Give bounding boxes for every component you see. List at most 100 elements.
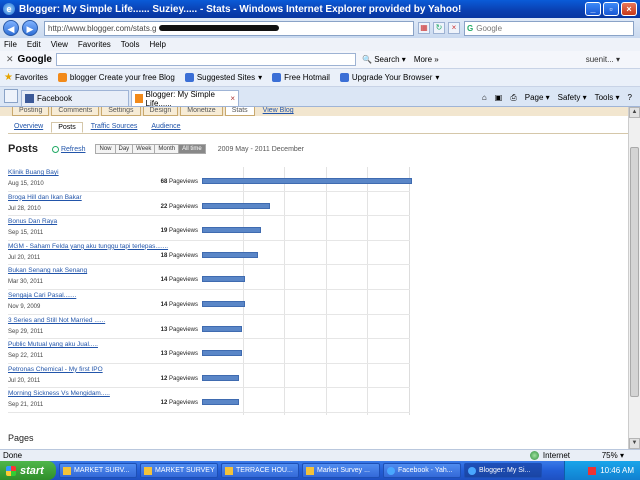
tools-menu-label: Tools — [594, 93, 614, 102]
task-terrace-hou[interactable]: TERRACE HOU... — [221, 463, 299, 478]
compatibility-icon[interactable]: ▦ — [418, 22, 430, 34]
post-title-link[interactable]: Morning Sickness Vs Mengidam..... — [8, 390, 110, 397]
range-day[interactable]: Day — [115, 145, 134, 153]
favorites-button[interactable]: Favorites — [15, 73, 48, 82]
post-date: Mar 30, 2011 — [8, 279, 43, 286]
folder-icon — [144, 466, 152, 475]
range-week[interactable]: Week — [133, 145, 156, 153]
fav-blogger[interactable]: blogger Create your free Blog — [57, 73, 175, 82]
menu-file[interactable]: File — [4, 40, 17, 49]
tab-posts[interactable]: Posts — [51, 122, 83, 133]
scroll-up-icon[interactable]: ▲ — [629, 107, 640, 118]
range-selector: Now Day Week Month All time — [95, 144, 206, 154]
refresh-label: Refresh — [60, 145, 86, 153]
refresh-link[interactable]: Refresh — [51, 145, 86, 153]
blogger-tab-icon — [135, 94, 143, 103]
google-more-label: More — [413, 55, 433, 64]
page-menu[interactable]: Page ▾ — [525, 93, 550, 103]
search-input[interactable]: G Google — [464, 20, 634, 36]
tab-audience[interactable]: Audience — [145, 122, 186, 133]
tab-facebook[interactable]: Facebook — [21, 90, 129, 106]
scroll-down-icon[interactable]: ▼ — [629, 438, 640, 449]
rss-icon[interactable]: ▣ — [495, 93, 503, 103]
pageview-count: 68 Pageviews — [160, 179, 198, 185]
task-facebook[interactable]: Facebook - Yah... — [383, 463, 461, 478]
google-search-button[interactable]: 🔍 Search ▾ — [362, 55, 406, 64]
zoom-level[interactable]: 75% ▾ — [602, 451, 624, 460]
home-icon[interactable]: ⌂ — [482, 93, 487, 103]
view-blog-link[interactable]: View Blog — [257, 107, 300, 116]
taskbar: start MARKET SURV... MARKET SURVEY TERRA… — [0, 461, 640, 480]
fav-free-hotmail[interactable]: Free Hotmail — [272, 73, 330, 82]
menu-help[interactable]: Help — [149, 40, 165, 49]
nav-posting[interactable]: Posting — [12, 107, 50, 116]
fav-suggested-sites[interactable]: Suggested Sites ▾ — [184, 73, 262, 82]
safety-menu[interactable]: Safety ▾ — [558, 93, 587, 103]
scroll-thumb[interactable] — [630, 147, 639, 397]
task-market-survey-xls[interactable]: Market Survey ... — [302, 463, 380, 478]
post-title-link[interactable]: 3 Series and Still Not Married ...... — [8, 317, 105, 324]
clock: 10:46 AM — [600, 466, 634, 475]
menu-favorites[interactable]: Favorites — [78, 40, 111, 49]
start-button[interactable]: start — [0, 461, 56, 480]
nav-monetize[interactable]: Monetize — [180, 107, 223, 116]
nav-stats[interactable]: Stats — [224, 107, 255, 116]
favorites-bar: ★ Favorites blogger Create your free Blo… — [0, 69, 640, 87]
pageview-count: 14 Pageviews — [160, 277, 198, 284]
post-title-link[interactable]: Sengaja Cari Pasal....... — [8, 292, 76, 299]
menu-edit[interactable]: Edit — [27, 40, 41, 49]
close-toolbar-icon[interactable]: ✕ — [6, 54, 14, 65]
refresh-icon[interactable]: ↻ — [433, 22, 445, 34]
minimize-button[interactable]: _ — [585, 2, 601, 16]
forward-arrow-icon[interactable]: ▶ — [22, 20, 38, 36]
stop-icon[interactable]: × — [448, 22, 460, 34]
nav-design[interactable]: Design — [142, 107, 179, 116]
nav-settings[interactable]: Settings — [101, 107, 141, 116]
google-search-input[interactable] — [56, 53, 356, 66]
post-title-link[interactable]: MGM - Saham Felda yang aku tunggu tapi t… — [8, 243, 168, 250]
pageview-count: 13 Pageviews — [160, 326, 198, 333]
menu-view[interactable]: View — [51, 40, 68, 49]
table-row: Petronas Chemical - My first IPO Jul 20, … — [8, 364, 410, 389]
post-date: Jul 20, 2011 — [8, 377, 41, 384]
favorites-star-icon[interactable]: ★ — [4, 72, 13, 83]
task-label-0: MARKET SURV... — [74, 467, 130, 474]
post-title-link[interactable]: Klinik Buang Bayi — [8, 169, 59, 176]
close-window-button[interactable]: × — [621, 2, 637, 16]
back-arrow-icon[interactable]: ◀ — [3, 20, 19, 36]
vertical-scrollbar[interactable]: ▲ ▼ — [628, 107, 640, 449]
help-icon[interactable]: ? — [628, 93, 632, 103]
table-row: Bonus Dan Raya Sep 15, 2011 19 Pageviews — [8, 216, 410, 241]
menu-tools[interactable]: Tools — [121, 40, 140, 49]
post-title-link[interactable]: Petronas Chemical - My first IPO — [8, 366, 103, 373]
close-tab-icon[interactable]: × — [230, 94, 235, 103]
google-user-label: suenit... — [585, 55, 614, 64]
range-month[interactable]: Month — [155, 145, 180, 153]
google-more-button[interactable]: More » — [414, 55, 439, 64]
post-title-link[interactable]: Broga Hill dan Ikan Bakar — [8, 194, 82, 201]
post-title-link[interactable]: Public Mutual yang aku Jual..... — [8, 341, 98, 348]
tab-blogger[interactable]: Blogger: My Simple Life...... × — [131, 90, 239, 108]
tab-overview[interactable]: Overview — [8, 122, 49, 133]
restore-button[interactable]: ▫ — [603, 2, 619, 16]
google-user[interactable]: suenit... ▾ — [586, 55, 620, 64]
tab-traffic-sources[interactable]: Traffic Sources — [85, 122, 144, 133]
tools-menu[interactable]: Tools ▾ — [595, 93, 620, 103]
print-icon[interactable]: ⎙ — [510, 93, 516, 103]
quick-tabs-icon[interactable] — [4, 89, 18, 103]
post-title-link[interactable]: Bonus Dan Raya — [8, 218, 57, 225]
pageview-bar — [202, 227, 261, 234]
task-blogger[interactable]: Blogger: My Si... — [464, 463, 542, 478]
range-all-time[interactable]: All time — [179, 145, 205, 153]
google-logo: Google — [17, 54, 52, 65]
task-label-5: Blogger: My Si... — [479, 467, 531, 474]
post-title-link[interactable]: Bukan Senang nak Senang — [8, 267, 87, 274]
tray-antivirus-icon[interactable] — [588, 466, 597, 475]
task-market-survey[interactable]: MARKET SURVEY — [140, 463, 218, 478]
task-label-3: Market Survey ... — [317, 467, 370, 474]
range-now[interactable]: Now — [96, 145, 116, 153]
address-input[interactable]: http://www.blogger.com/stats.g — [44, 20, 414, 36]
nav-comments[interactable]: Comments — [51, 107, 100, 116]
task-market-surv-1[interactable]: MARKET SURV... — [59, 463, 137, 478]
fav-upgrade-browser[interactable]: Upgrade Your Browser ▾ — [339, 73, 439, 82]
